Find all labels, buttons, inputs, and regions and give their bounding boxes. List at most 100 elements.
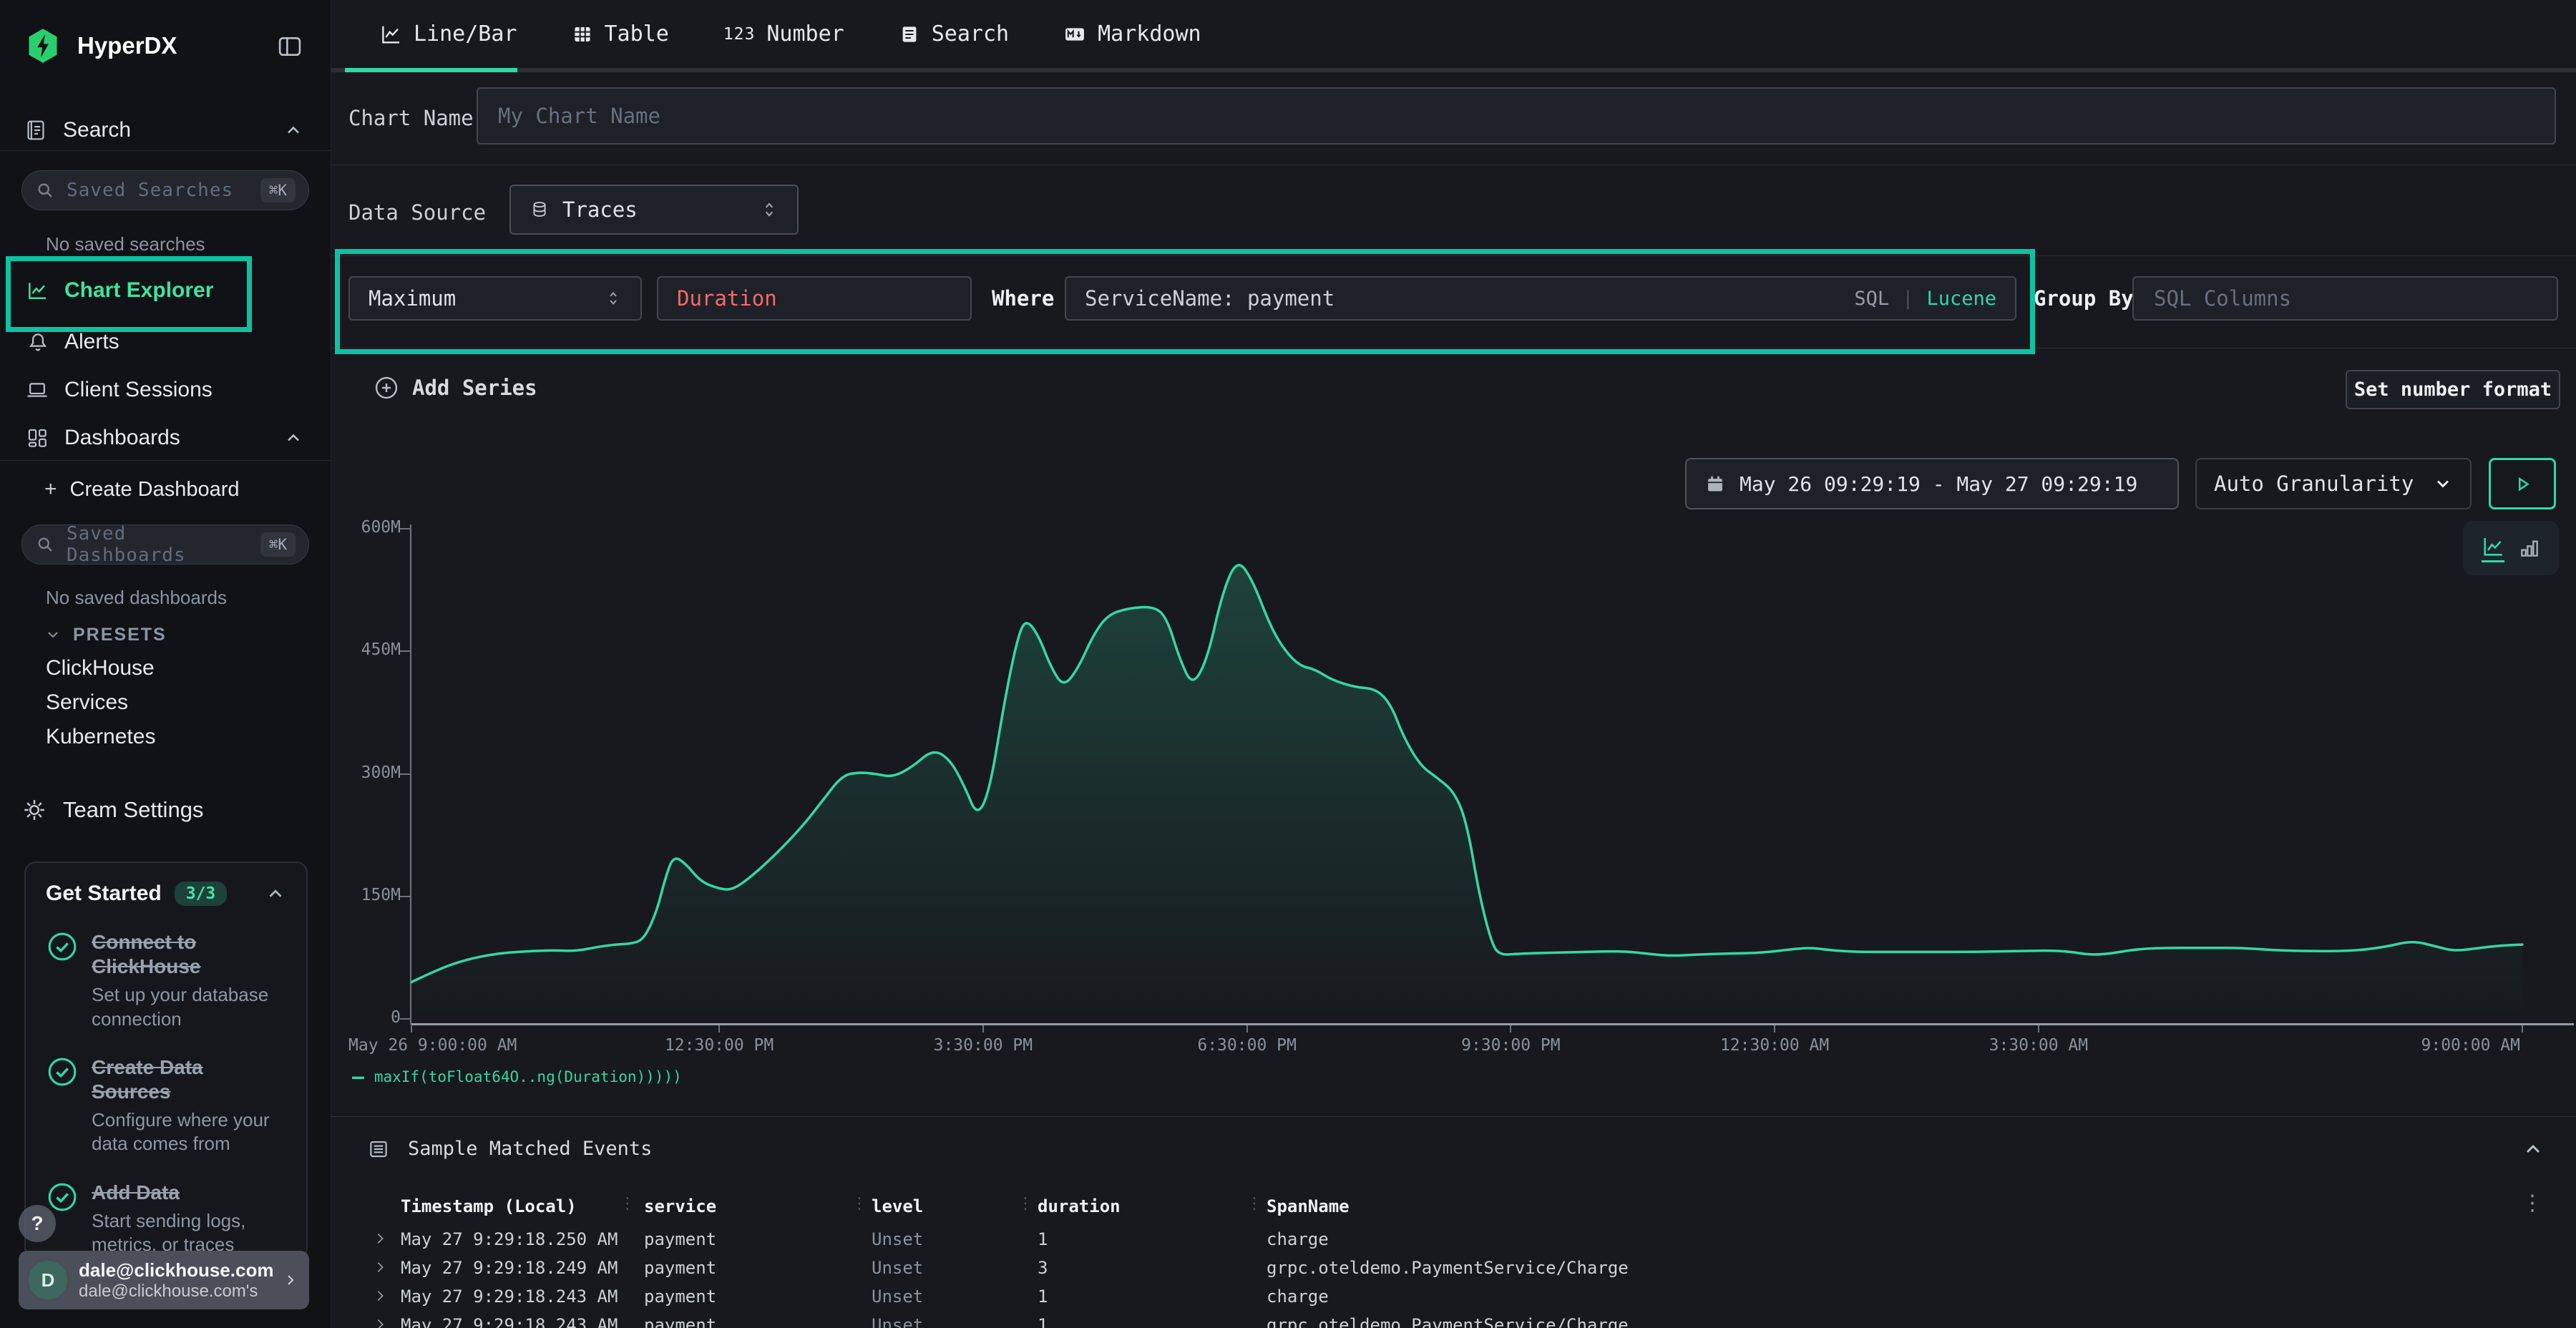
help-button[interactable]: ? [19, 1205, 56, 1242]
table-cell-timestamp[interactable]: May 27 9:29:18.243 AM [401, 1315, 618, 1328]
table-cell-timestamp[interactable]: May 27 9:29:18.243 AM [401, 1286, 618, 1307]
column-resize-handle[interactable]: ⋮ [1018, 1194, 1033, 1213]
table-cell-level[interactable]: Unset [872, 1229, 923, 1249]
tab-line-bar[interactable]: Line/Bar [379, 21, 517, 47]
row-expand-chevron[interactable] [372, 1288, 388, 1304]
table-cell-duration[interactable]: 3 [1038, 1258, 1048, 1278]
chart-name-field[interactable] [477, 87, 2556, 145]
where-value[interactable]: ServiceName: payment [1085, 286, 1841, 311]
tab-table[interactable]: Table [572, 21, 669, 47]
table-cell-service[interactable]: payment [644, 1315, 716, 1328]
saved-searches-input[interactable]: Saved Searches ⌘K [21, 170, 309, 210]
column-resize-handle[interactable]: ⋮ [852, 1194, 867, 1213]
timeseries-chart[interactable] [411, 529, 2522, 1019]
preset-services-label: Services [46, 690, 128, 715]
column-resize-handle[interactable]: ⋮ [620, 1194, 635, 1213]
add-series-button[interactable]: Add Series [374, 375, 537, 401]
table-cell-timestamp[interactable]: May 27 9:29:18.249 AM [401, 1258, 618, 1278]
table-cell-spanname[interactable]: grpc.oteldemo.PaymentService/Charge [1267, 1315, 1629, 1328]
collapse-sidebar-icon[interactable] [276, 33, 303, 60]
aggregation-select[interactable]: Maximum [348, 276, 642, 321]
table-cell-service[interactable]: payment [644, 1258, 716, 1278]
sidebar-item-kubernetes[interactable]: Kubernetes [46, 723, 155, 751]
y-axis-tick [400, 650, 410, 652]
field-select[interactable]: Duration [657, 276, 972, 321]
get-started-item-datasources[interactable]: Create Data Sources Configure where your… [46, 1055, 286, 1156]
tab-bar: Line/Bar Table 123 Number Searc [331, 0, 2576, 68]
column-header-service[interactable]: service [644, 1196, 716, 1216]
table-cell-spanname[interactable]: grpc.oteldemo.PaymentService/Charge [1267, 1258, 1629, 1278]
lucene-mode-toggle[interactable]: Lucene [1926, 288, 1996, 310]
events-panel-title: Sample Matched Events [408, 1138, 652, 1160]
chart-area-fill [411, 565, 2522, 1019]
table-cell-timestamp[interactable]: May 27 9:29:18.250 AM [401, 1229, 618, 1249]
set-number-format-button[interactable]: Set number format [2346, 370, 2560, 409]
chevron-up-icon[interactable] [283, 428, 303, 448]
table-options-menu-icon[interactable]: ⋮ [2522, 1191, 2543, 1216]
where-field[interactable]: ServiceName: payment SQL | Lucene [1065, 276, 2016, 321]
table-cell-level[interactable]: Unset [872, 1258, 923, 1278]
group-by-field[interactable] [2132, 276, 2558, 321]
table-cell-spanname[interactable]: charge [1267, 1286, 1329, 1307]
group-by-input[interactable] [2152, 285, 2538, 311]
sidebar-item-team-settings[interactable]: Team Settings [21, 794, 203, 826]
collapse-panel-chevron-icon[interactable] [2522, 1138, 2545, 1161]
list-icon [368, 1138, 389, 1160]
row-expand-chevron[interactable] [372, 1231, 388, 1246]
sidebar-item-services[interactable]: Services [46, 689, 128, 716]
aggregation-value: Maximum [369, 286, 456, 311]
set-number-format-label: Set number format [2354, 379, 2552, 401]
table-cell-service[interactable]: payment [644, 1229, 716, 1249]
chart-name-input[interactable] [497, 103, 2536, 129]
events-panel-header[interactable]: Sample Matched Events [368, 1138, 652, 1160]
sidebar-section-search[interactable]: Search [24, 116, 131, 145]
run-query-button[interactable] [2489, 458, 2556, 509]
sidebar-item-client-sessions[interactable]: Client Sessions [26, 376, 213, 404]
tab-search[interactable]: Search [899, 21, 1009, 47]
sidebar-section-search-label: Search [63, 118, 131, 142]
table-cell-level[interactable]: Unset [872, 1286, 923, 1307]
y-axis-tick [400, 1018, 410, 1020]
saved-dashboards-input[interactable]: Saved Dashboards ⌘K [21, 524, 309, 565]
sidebar-section-dashboards[interactable]: Dashboards [26, 424, 180, 452]
x-axis-tick [411, 1025, 412, 1032]
data-source-select[interactable]: Traces [509, 185, 799, 235]
table-cell-level[interactable]: Unset [872, 1315, 923, 1328]
sidebar-item-chart-explorer[interactable]: Chart Explorer [26, 276, 213, 305]
get-started-item-add-data[interactable]: Add Data Start sending logs, metrics, or… [46, 1181, 286, 1257]
sidebar-item-clickhouse[interactable]: ClickHouse [46, 655, 155, 682]
tab-label: Markdown [1098, 21, 1201, 47]
get-started-item-connect[interactable]: Connect to ClickHouse Set up your databa… [46, 930, 286, 1031]
chevron-up-icon[interactable] [283, 120, 303, 140]
table-cell-duration[interactable]: 1 [1038, 1286, 1048, 1307]
table-cell-duration[interactable]: 1 [1038, 1315, 1048, 1328]
sidebar-item-alerts[interactable]: Alerts [27, 328, 119, 356]
column-header-level[interactable]: level [872, 1196, 923, 1216]
chart-legend[interactable]: — maxIf(toFloat64O..ng(Duration))))) [352, 1065, 682, 1088]
row-expand-chevron[interactable] [372, 1259, 388, 1275]
date-range-picker[interactable]: May 26 09:29:19 - May 27 09:29:19 [1685, 458, 2179, 509]
column-header-timestamp[interactable]: Timestamp (Local) [401, 1196, 577, 1216]
row-expand-chevron[interactable] [372, 1317, 388, 1328]
table-cell-duration[interactable]: 1 [1038, 1229, 1048, 1249]
sql-mode-toggle[interactable]: SQL [1854, 288, 1889, 310]
user-menu[interactable]: D dale@clickhouse.com dale@clickhouse.co… [19, 1251, 309, 1309]
tab-label: Line/Bar [414, 21, 517, 47]
bell-icon [27, 331, 49, 353]
chevron-up-icon[interactable] [265, 883, 286, 904]
presets-header[interactable]: PRESETS [44, 622, 167, 648]
x-axis-tick [1246, 1025, 1248, 1032]
create-dashboard-button[interactable]: + Create Dashboard [44, 475, 240, 504]
date-range-value: May 26 09:29:19 - May 27 09:29:19 [1740, 472, 2137, 496]
table-cell-spanname[interactable]: charge [1267, 1229, 1329, 1249]
search-icon [35, 180, 55, 200]
tab-markdown[interactable]: Markdown [1063, 21, 1201, 47]
updown-chevrons-icon [605, 288, 622, 308]
table-cell-service[interactable]: payment [644, 1286, 716, 1307]
column-header-duration[interactable]: duration [1038, 1196, 1121, 1216]
column-resize-handle[interactable]: ⋮ [1246, 1194, 1262, 1213]
preset-kubernetes-label: Kubernetes [46, 725, 155, 749]
tab-number[interactable]: 123 Number [723, 21, 844, 47]
column-header-spanname[interactable]: SpanName [1267, 1196, 1350, 1216]
granularity-select[interactable]: Auto Granularity [2195, 458, 2472, 509]
